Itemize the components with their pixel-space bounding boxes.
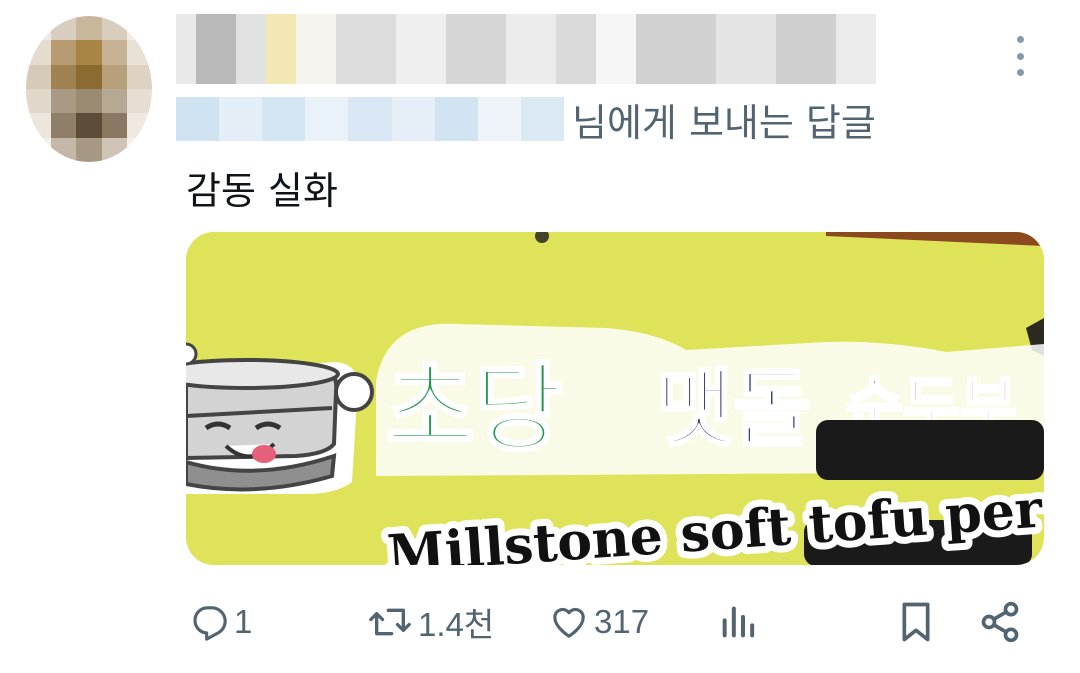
- more-icon: [1016, 36, 1024, 43]
- more-options-button[interactable]: [1008, 36, 1032, 76]
- tweet-action-bar: 1 1.4천 317: [0, 596, 1080, 648]
- reply-suffix-text: 님에게 보내는 답글: [572, 100, 876, 145]
- millstone-mascot: [186, 342, 374, 494]
- like-button[interactable]: 317: [548, 596, 649, 648]
- reply-count: 1: [234, 603, 253, 640]
- tweet-text: 감동 실화: [186, 169, 338, 213]
- reply-mention-blurred[interactable]: [176, 97, 564, 141]
- reply-icon: [193, 606, 227, 641]
- retweet-button[interactable]: 1.4천: [366, 596, 494, 648]
- bookmark-icon: [902, 602, 930, 642]
- author-name-blurred[interactable]: [176, 14, 876, 84]
- avatar[interactable]: [26, 16, 152, 162]
- retweet-icon: [369, 608, 411, 636]
- reply-button[interactable]: 1: [190, 596, 252, 648]
- share-button[interactable]: [978, 596, 1022, 648]
- censor-bar: [816, 420, 1044, 480]
- views-button[interactable]: [718, 596, 758, 648]
- replying-to: 님에게 보내는 답글: [176, 96, 876, 145]
- bookmark-button[interactable]: [896, 596, 936, 648]
- share-icon: [981, 601, 1019, 643]
- retweet-count: 1.4천: [418, 606, 495, 643]
- sign-korean-green: 초당: [386, 353, 563, 465]
- tweet-media-image[interactable]: 초당 맷돌 순두부 Millstone soft tofu per second…: [186, 232, 1044, 565]
- like-count: 317: [594, 603, 650, 640]
- analytics-icon: [722, 606, 755, 638]
- heart-icon: [553, 607, 585, 638]
- sign-korean-navy: 맷돌: [656, 360, 811, 458]
